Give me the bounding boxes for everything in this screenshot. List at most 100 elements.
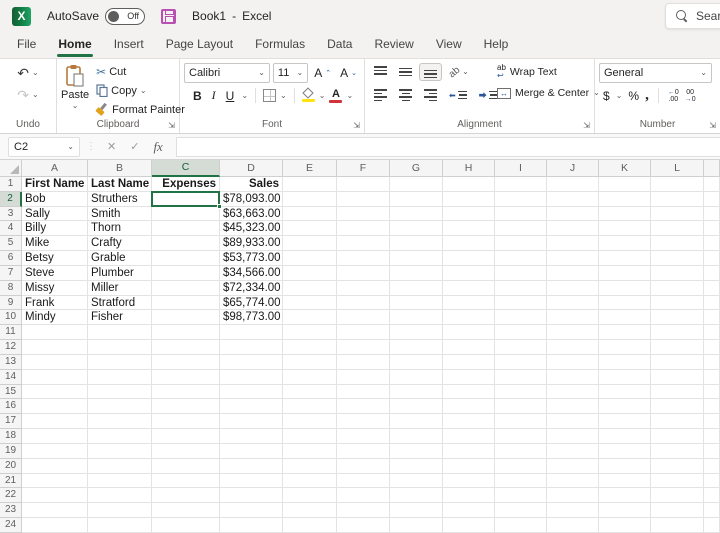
cell-C14[interactable] bbox=[152, 370, 220, 385]
column-header-F[interactable]: F bbox=[337, 160, 390, 177]
column-header-B[interactable]: B bbox=[88, 160, 152, 177]
cell-partial-20[interactable] bbox=[704, 459, 720, 474]
cell-B22[interactable] bbox=[88, 488, 152, 503]
borders-dropdown-icon[interactable]: ⌄ bbox=[280, 92, 287, 100]
cell-G8[interactable] bbox=[390, 281, 443, 296]
redo-dropdown-icon[interactable]: ⌄ bbox=[32, 91, 39, 99]
cell-L5[interactable] bbox=[651, 236, 704, 251]
cell-J15[interactable] bbox=[547, 385, 599, 400]
cell-L1[interactable] bbox=[651, 177, 704, 192]
cell-K2[interactable] bbox=[599, 192, 651, 207]
redo-button[interactable]: ↷⌄ bbox=[14, 87, 41, 103]
cell-G9[interactable] bbox=[390, 296, 443, 311]
cell-K12[interactable] bbox=[599, 340, 651, 355]
cell-B12[interactable] bbox=[88, 340, 152, 355]
format-painter-button[interactable]: Format Painter bbox=[93, 101, 188, 118]
row-header-17[interactable]: 17 bbox=[0, 414, 22, 429]
cell-E24[interactable] bbox=[283, 518, 337, 533]
cell-A10[interactable]: Mindy bbox=[22, 310, 88, 325]
font-name-combo[interactable]: Calibri⌄ bbox=[184, 63, 270, 83]
cell-partial-9[interactable] bbox=[704, 296, 720, 311]
cell-partial-4[interactable] bbox=[704, 221, 720, 236]
cell-B20[interactable] bbox=[88, 459, 152, 474]
underline-button[interactable]: U bbox=[223, 88, 238, 104]
cell-G17[interactable] bbox=[390, 414, 443, 429]
italic-button[interactable]: I bbox=[209, 87, 219, 104]
cell-H17[interactable] bbox=[443, 414, 495, 429]
tab-view[interactable]: View bbox=[425, 33, 473, 58]
cell-I8[interactable] bbox=[495, 281, 547, 296]
cell-G19[interactable] bbox=[390, 444, 443, 459]
cell-A12[interactable] bbox=[22, 340, 88, 355]
cell-G13[interactable] bbox=[390, 355, 443, 370]
cell-E23[interactable] bbox=[283, 503, 337, 518]
cell-D17[interactable] bbox=[220, 414, 283, 429]
cell-L4[interactable] bbox=[651, 221, 704, 236]
cell-F16[interactable] bbox=[337, 399, 390, 414]
cell-D5[interactable]: $89,933.00 bbox=[220, 236, 283, 251]
top-align-button[interactable] bbox=[369, 63, 392, 81]
cell-K10[interactable] bbox=[599, 310, 651, 325]
cell-G10[interactable] bbox=[390, 310, 443, 325]
cell-D15[interactable] bbox=[220, 385, 283, 400]
tab-data[interactable]: Data bbox=[316, 33, 363, 58]
cell-K18[interactable] bbox=[599, 429, 651, 444]
cell-E13[interactable] bbox=[283, 355, 337, 370]
middle-align-button[interactable] bbox=[394, 63, 417, 81]
cell-F21[interactable] bbox=[337, 474, 390, 489]
cell-B7[interactable]: Plumber bbox=[88, 266, 152, 281]
column-header-D[interactable]: D bbox=[220, 160, 283, 177]
row-header-5[interactable]: 5 bbox=[0, 236, 22, 251]
cell-partial-5[interactable] bbox=[704, 236, 720, 251]
cell-D16[interactable] bbox=[220, 399, 283, 414]
cell-G7[interactable] bbox=[390, 266, 443, 281]
borders-icon[interactable] bbox=[263, 89, 276, 102]
cell-F6[interactable] bbox=[337, 251, 390, 266]
cell-G2[interactable] bbox=[390, 192, 443, 207]
save-icon[interactable] bbox=[161, 9, 176, 24]
fill-color-icon[interactable] bbox=[302, 89, 315, 102]
font-color-dropdown-icon[interactable]: ⌄ bbox=[346, 92, 353, 100]
percent-format-button[interactable]: % bbox=[628, 89, 639, 103]
cell-L7[interactable] bbox=[651, 266, 704, 281]
cell-L23[interactable] bbox=[651, 503, 704, 518]
row-header-13[interactable]: 13 bbox=[0, 355, 22, 370]
cell-D4[interactable]: $45,323.00 bbox=[220, 221, 283, 236]
cell-G22[interactable] bbox=[390, 488, 443, 503]
cell-I5[interactable] bbox=[495, 236, 547, 251]
cell-B6[interactable]: Grable bbox=[88, 251, 152, 266]
cell-partial-14[interactable] bbox=[704, 370, 720, 385]
cell-H15[interactable] bbox=[443, 385, 495, 400]
undo-button[interactable]: ↶⌄ bbox=[14, 65, 41, 81]
cell-H21[interactable] bbox=[443, 474, 495, 489]
cell-E16[interactable] bbox=[283, 399, 337, 414]
cell-C18[interactable] bbox=[152, 429, 220, 444]
cell-K24[interactable] bbox=[599, 518, 651, 533]
cell-B2[interactable]: Struthers bbox=[88, 192, 152, 207]
cell-partial-22[interactable] bbox=[704, 488, 720, 503]
paste-button[interactable]: Paste ⌄ bbox=[61, 63, 89, 118]
cell-D22[interactable] bbox=[220, 488, 283, 503]
cell-B21[interactable] bbox=[88, 474, 152, 489]
number-dialog-launcher-icon[interactable]: ⇲ bbox=[709, 119, 716, 132]
cell-E3[interactable] bbox=[283, 207, 337, 222]
cell-H22[interactable] bbox=[443, 488, 495, 503]
cell-I10[interactable] bbox=[495, 310, 547, 325]
cell-A2[interactable]: Bob bbox=[22, 192, 88, 207]
cell-A6[interactable]: Betsy bbox=[22, 251, 88, 266]
cell-H2[interactable] bbox=[443, 192, 495, 207]
cell-C20[interactable] bbox=[152, 459, 220, 474]
cell-H7[interactable] bbox=[443, 266, 495, 281]
alignment-dialog-launcher-icon[interactable]: ⇲ bbox=[583, 119, 590, 132]
cell-partial-8[interactable] bbox=[704, 281, 720, 296]
cell-A14[interactable] bbox=[22, 370, 88, 385]
cell-E5[interactable] bbox=[283, 236, 337, 251]
cell-F8[interactable] bbox=[337, 281, 390, 296]
fill-handle[interactable] bbox=[217, 204, 222, 209]
cell-C13[interactable] bbox=[152, 355, 220, 370]
cell-C17[interactable] bbox=[152, 414, 220, 429]
cell-I3[interactable] bbox=[495, 207, 547, 222]
cell-D23[interactable] bbox=[220, 503, 283, 518]
cell-B19[interactable] bbox=[88, 444, 152, 459]
cell-B13[interactable] bbox=[88, 355, 152, 370]
